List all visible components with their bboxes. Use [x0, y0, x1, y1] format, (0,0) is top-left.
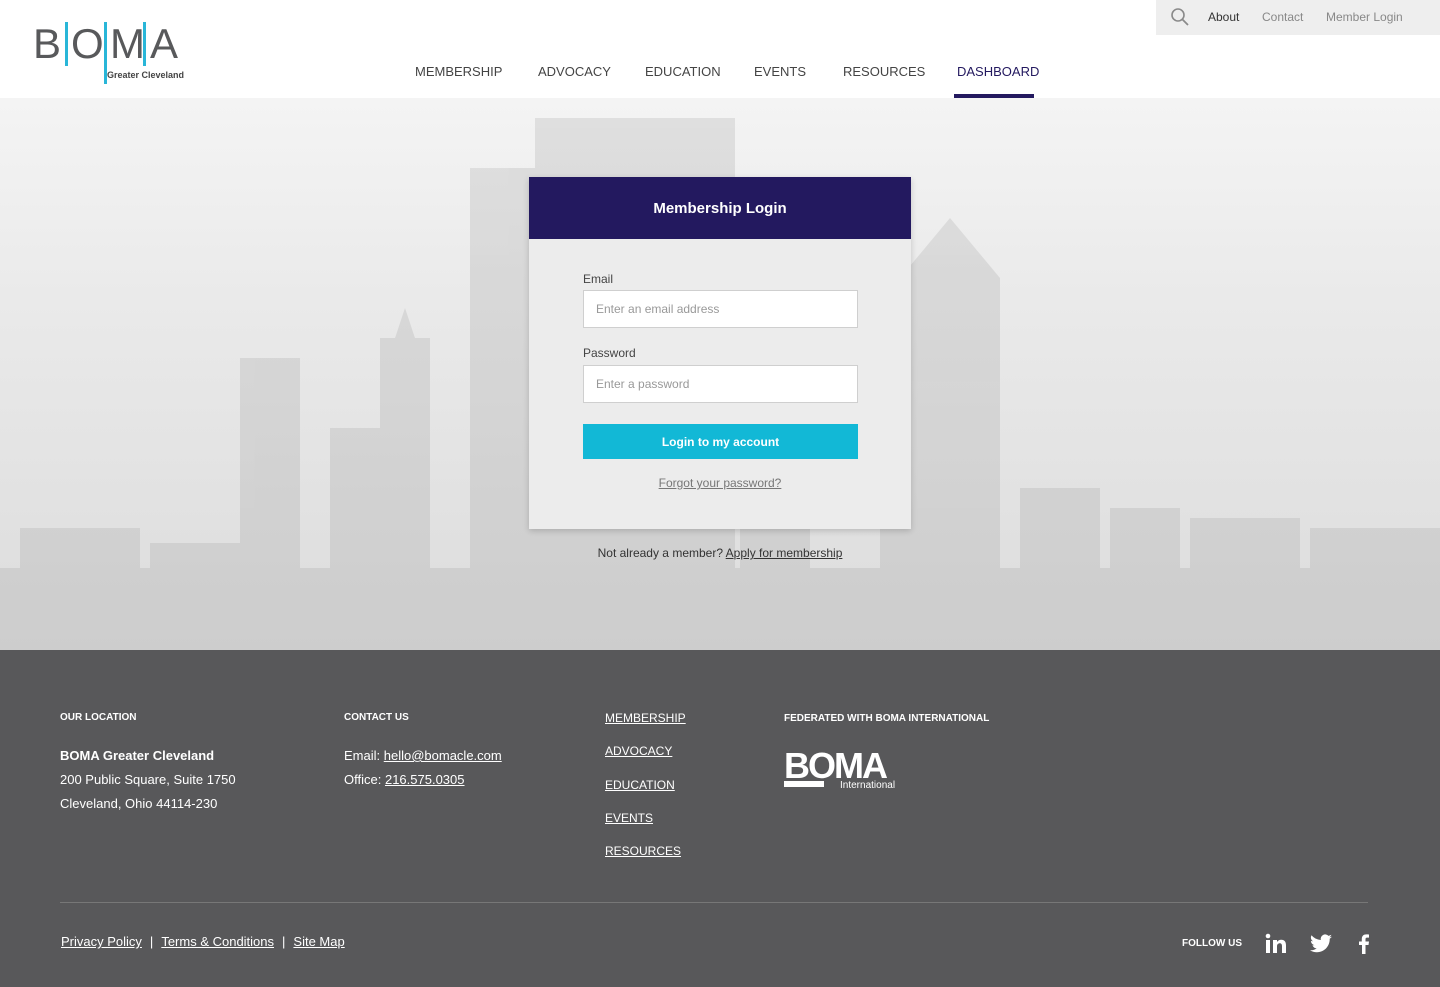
boma-greater-cleveland-logo[interactable]: B O M A Greater Cleveland: [32, 20, 184, 84]
facebook-icon[interactable]: [1352, 932, 1376, 956]
email-field[interactable]: Enter an email address: [583, 290, 858, 328]
login-card-title: Membership Login: [529, 177, 911, 239]
email-label: Email: [583, 272, 614, 286]
privacy-policy-link[interactable]: Privacy Policy: [61, 934, 142, 949]
footer-link-membership[interactable]: MEMBERSHIP: [605, 711, 686, 725]
email-link[interactable]: hello@bomacle.com: [384, 748, 502, 763]
password-label: Password: [583, 346, 636, 360]
logo-letter: M: [110, 20, 145, 67]
util-contact-link[interactable]: Contact: [1262, 10, 1303, 24]
email-label: Email:: [344, 748, 381, 763]
contact-email-row: Email: hello@bomacle.com: [344, 744, 502, 768]
boma-international-logo[interactable]: BOMA International: [784, 748, 908, 792]
site-footer: OUR LOCATION BOMA Greater Cleveland 200 …: [0, 650, 1440, 987]
location-name: BOMA Greater Cleveland: [60, 748, 215, 763]
forgot-password-link[interactable]: Forgot your password?: [529, 476, 911, 490]
logo-letter: A: [149, 20, 178, 67]
util-member-login-link[interactable]: Member Login: [1326, 10, 1403, 24]
logo-letter: O: [71, 20, 104, 67]
utility-bar: About Contact Member Login: [1156, 0, 1440, 35]
login-card: Membership Login Email Enter an email ad…: [529, 177, 911, 529]
nav-events[interactable]: EVENTS: [754, 64, 806, 79]
footer-link-resources[interactable]: RESOURCES: [605, 844, 681, 858]
nav-dashboard[interactable]: DASHBOARD: [957, 64, 1039, 79]
nav-resources[interactable]: RESOURCES: [843, 64, 925, 79]
contact-heading: CONTACT US: [344, 712, 409, 723]
not-member-text: Not already a member?: [597, 546, 723, 560]
password-field[interactable]: Enter a password: [583, 365, 858, 403]
footer-link-events[interactable]: EVENTS: [605, 811, 653, 825]
site-header: B O M A Greater Cleveland About Contact …: [0, 0, 1440, 98]
not-member-row: Not already a member? Apply for membersh…: [0, 546, 1440, 560]
logo-subtitle: Greater Cleveland: [107, 70, 185, 80]
twitter-icon[interactable]: [1309, 932, 1333, 956]
sitemap-link[interactable]: Site Map: [293, 934, 344, 949]
nav-membership[interactable]: MEMBERSHIP: [415, 64, 502, 79]
contact-phone-row: Office: 216.575.0305: [344, 768, 465, 792]
location-address2: Cleveland, Ohio 44114-230: [60, 796, 218, 811]
nav-advocacy[interactable]: ADVOCACY: [538, 64, 611, 79]
terms-link[interactable]: Terms & Conditions: [161, 934, 274, 949]
login-button[interactable]: Login to my account: [583, 424, 858, 459]
boma-international-sub: International: [840, 780, 895, 791]
util-about-link[interactable]: About: [1208, 10, 1239, 24]
location-heading: OUR LOCATION: [60, 712, 137, 723]
federated-heading: FEDERATED WITH BOMA INTERNATIONAL: [784, 713, 990, 724]
location-address1: 200 Public Square, Suite 1750: [60, 772, 236, 787]
footer-divider: [60, 902, 1368, 903]
nav-education[interactable]: EDUCATION: [645, 64, 721, 79]
apply-membership-link[interactable]: Apply for membership: [726, 546, 843, 560]
phone-link[interactable]: 216.575.0305: [385, 772, 465, 787]
search-icon[interactable]: [1170, 7, 1190, 27]
footer-link-advocacy[interactable]: ADVOCACY: [605, 744, 672, 758]
follow-us-label: FOLLOW US: [1182, 938, 1242, 949]
footer-link-education[interactable]: EDUCATION: [605, 778, 675, 792]
office-label: Office:: [344, 772, 382, 787]
legal-links: Privacy Policy | Terms & Conditions | Site M…: [61, 934, 345, 949]
logo-letter: B: [32, 20, 61, 67]
linkedin-icon[interactable]: [1264, 932, 1288, 956]
hero-background: Membership Login Email Enter an email ad…: [0, 98, 1440, 650]
